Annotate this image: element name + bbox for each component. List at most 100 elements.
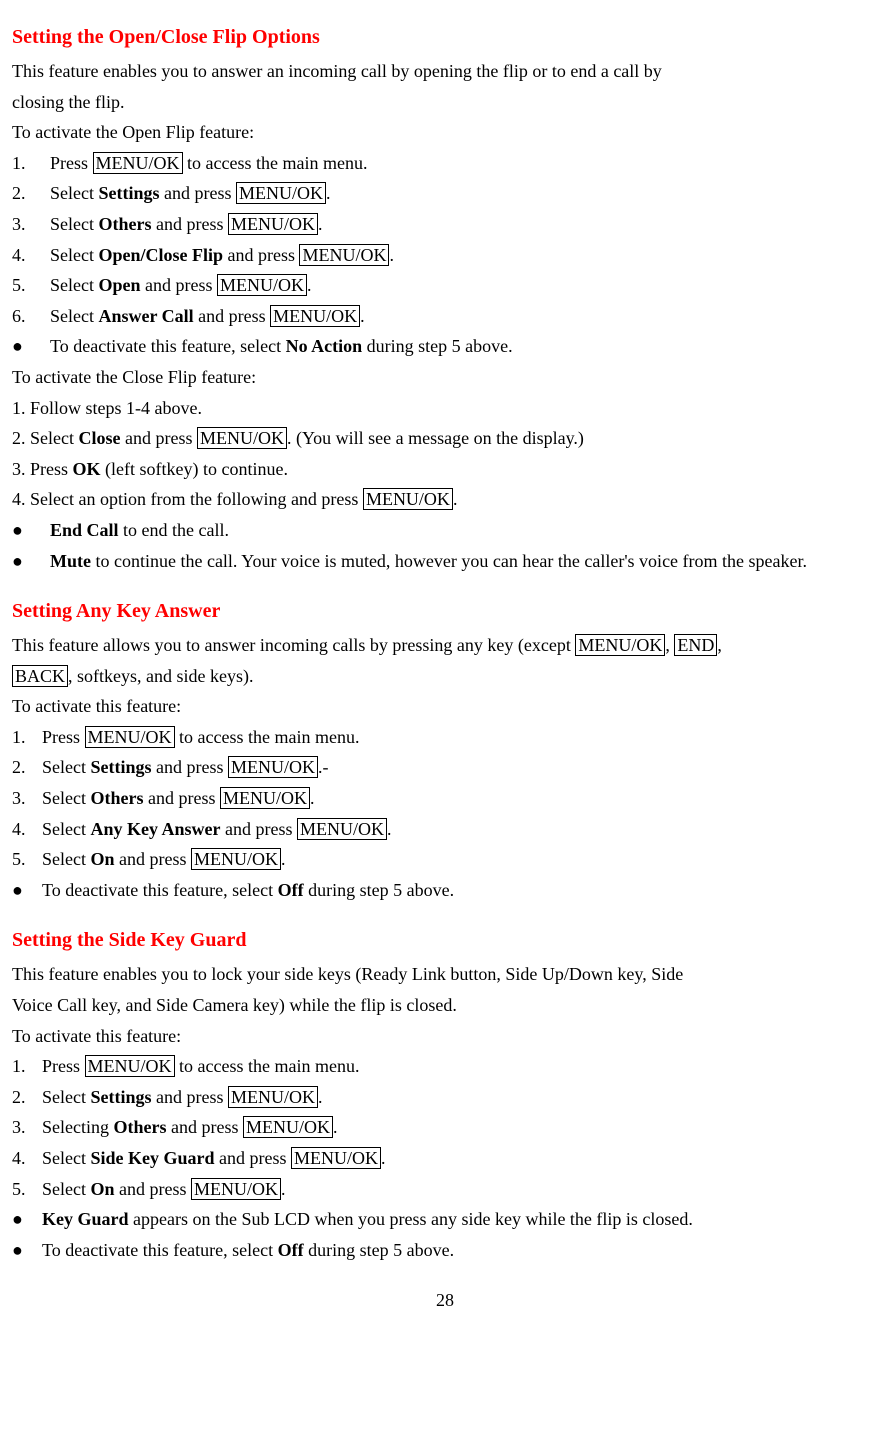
item-number: 3. [12, 783, 42, 814]
bullet-icon: ● [12, 1235, 42, 1266]
key-label: MENU/OK [85, 1055, 175, 1077]
item-number: 5. [12, 1174, 42, 1205]
item-text: Selecting Others and press MENU/OK. [42, 1112, 878, 1143]
paragraph: 3. Press OK (left softkey) to continue. [12, 454, 878, 485]
bullet-icon: ● [12, 331, 50, 362]
item-text: Select On and press MENU/OK. [42, 1174, 878, 1205]
item-text: Select Side Key Guard and press MENU/OK. [42, 1143, 878, 1174]
paragraph: This feature enables you to lock your si… [12, 959, 878, 990]
key-label: MENU/OK [197, 427, 287, 449]
key-label: MENU/OK [297, 818, 387, 840]
list-item: ● End Call to end the call. [12, 515, 878, 546]
list-item: 6. Select Answer Call and press MENU/OK. [12, 301, 878, 332]
list-item: 2. Select Settings and press MENU/OK. [12, 1082, 878, 1113]
list-item: 4. Select Any Key Answer and press MENU/… [12, 814, 878, 845]
item-text: To deactivate this feature, select No Ac… [50, 331, 878, 362]
item-number: 6. [12, 301, 50, 332]
key-label: MENU/OK [85, 726, 175, 748]
list-item: 1. Press MENU/OK to access the main menu… [12, 1051, 878, 1082]
page-number: 28 [12, 1285, 878, 1316]
key-label: MENU/OK [228, 756, 318, 778]
paragraph: This feature allows you to answer incomi… [12, 630, 878, 661]
list-item: 1. Press MENU/OK to access the main menu… [12, 722, 878, 753]
item-number: 5. [12, 270, 50, 301]
section-heading-keyguard: Setting the Side Key Guard [12, 923, 878, 957]
paragraph: To activate the Open Flip feature: [12, 117, 878, 148]
list-item: 3. Select Others and press MENU/OK. [12, 209, 878, 240]
list-item: 1. Press MENU/OK to access the main menu… [12, 148, 878, 179]
bullet-icon: ● [12, 546, 50, 577]
item-text: To deactivate this feature, select Off d… [42, 875, 878, 906]
item-number: 2. [12, 752, 42, 783]
item-text: Select Answer Call and press MENU/OK. [50, 301, 878, 332]
item-number: 1. [12, 148, 50, 179]
list-item: ● Key Guard appears on the Sub LCD when … [12, 1204, 878, 1235]
list-item: 5. Select On and press MENU/OK. [12, 1174, 878, 1205]
item-text: Select Open and press MENU/OK. [50, 270, 878, 301]
item-text: Press MENU/OK to access the main menu. [42, 722, 878, 753]
key-label: MENU/OK [291, 1147, 381, 1169]
item-number: 5. [12, 844, 42, 875]
item-text: Key Guard appears on the Sub LCD when yo… [42, 1204, 878, 1235]
item-text: Press MENU/OK to access the main menu. [42, 1051, 878, 1082]
key-label: MENU/OK [191, 1178, 281, 1200]
item-number: 4. [12, 814, 42, 845]
item-number: 2. [12, 178, 50, 209]
list-item: 4. Select Side Key Guard and press MENU/… [12, 1143, 878, 1174]
list-item: 4. Select Open/Close Flip and press MENU… [12, 240, 878, 271]
item-text: Select Others and press MENU/OK. [50, 209, 878, 240]
list-item: 2. Select Settings and press MENU/OK. [12, 178, 878, 209]
key-label: MENU/OK [270, 305, 360, 327]
paragraph: 4. Select an option from the following a… [12, 484, 878, 515]
key-label: MENU/OK [575, 634, 665, 656]
paragraph: Voice Call key, and Side Camera key) whi… [12, 990, 878, 1021]
paragraph: closing the flip. [12, 87, 878, 118]
key-label: MENU/OK [93, 152, 183, 174]
bullet-icon: ● [12, 515, 50, 546]
paragraph: 1. Follow steps 1-4 above. [12, 393, 878, 424]
key-label: MENU/OK [299, 244, 389, 266]
list-item: ● To deactivate this feature, select Off… [12, 1235, 878, 1266]
list-item: 2. Select Settings and press MENU/OK.- [12, 752, 878, 783]
item-text: Select Others and press MENU/OK. [42, 783, 878, 814]
key-label: END [674, 634, 717, 656]
key-label: BACK [12, 665, 68, 687]
item-number: 3. [12, 1112, 42, 1143]
key-label: MENU/OK [228, 213, 318, 235]
list-item: 5. Select On and press MENU/OK. [12, 844, 878, 875]
key-label: MENU/OK [236, 182, 326, 204]
paragraph: BACK, softkeys, and side keys). [12, 661, 878, 692]
item-number: 3. [12, 209, 50, 240]
key-label: MENU/OK [217, 274, 307, 296]
paragraph: To activate this feature: [12, 691, 878, 722]
list-item: ● To deactivate this feature, select No … [12, 331, 878, 362]
key-label: MENU/OK [363, 488, 453, 510]
key-label: MENU/OK [220, 787, 310, 809]
item-text: Select Any Key Answer and press MENU/OK. [42, 814, 878, 845]
item-text: Select Settings and press MENU/OK. [50, 178, 878, 209]
section-heading-flip: Setting the Open/Close Flip Options [12, 20, 878, 54]
item-text: Select Settings and press MENU/OK. [42, 1082, 878, 1113]
key-label: MENU/OK [191, 848, 281, 870]
list-item: ● Mute to continue the call. Your voice … [12, 546, 878, 577]
paragraph: To activate this feature: [12, 1021, 878, 1052]
item-number: 2. [12, 1082, 42, 1113]
item-number: 1. [12, 1051, 42, 1082]
list-item: 3. Select Others and press MENU/OK. [12, 783, 878, 814]
bullet-icon: ● [12, 875, 42, 906]
paragraph: 2. Select Close and press MENU/OK. (You … [12, 423, 878, 454]
list-item: 5. Select Open and press MENU/OK. [12, 270, 878, 301]
list-item: ● To deactivate this feature, select Off… [12, 875, 878, 906]
item-text: To deactivate this feature, select Off d… [42, 1235, 878, 1266]
item-text: Select On and press MENU/OK. [42, 844, 878, 875]
item-number: 4. [12, 240, 50, 271]
item-text: End Call to end the call. [50, 515, 878, 546]
item-text: Press MENU/OK to access the main menu. [50, 148, 878, 179]
key-label: MENU/OK [243, 1116, 333, 1138]
key-label: MENU/OK [228, 1086, 318, 1108]
item-text: Select Open/Close Flip and press MENU/OK… [50, 240, 878, 271]
paragraph: To activate the Close Flip feature: [12, 362, 878, 393]
list-item: 3. Selecting Others and press MENU/OK. [12, 1112, 878, 1143]
item-text: Mute to continue the call. Your voice is… [50, 546, 878, 577]
item-text: Select Settings and press MENU/OK.- [42, 752, 878, 783]
